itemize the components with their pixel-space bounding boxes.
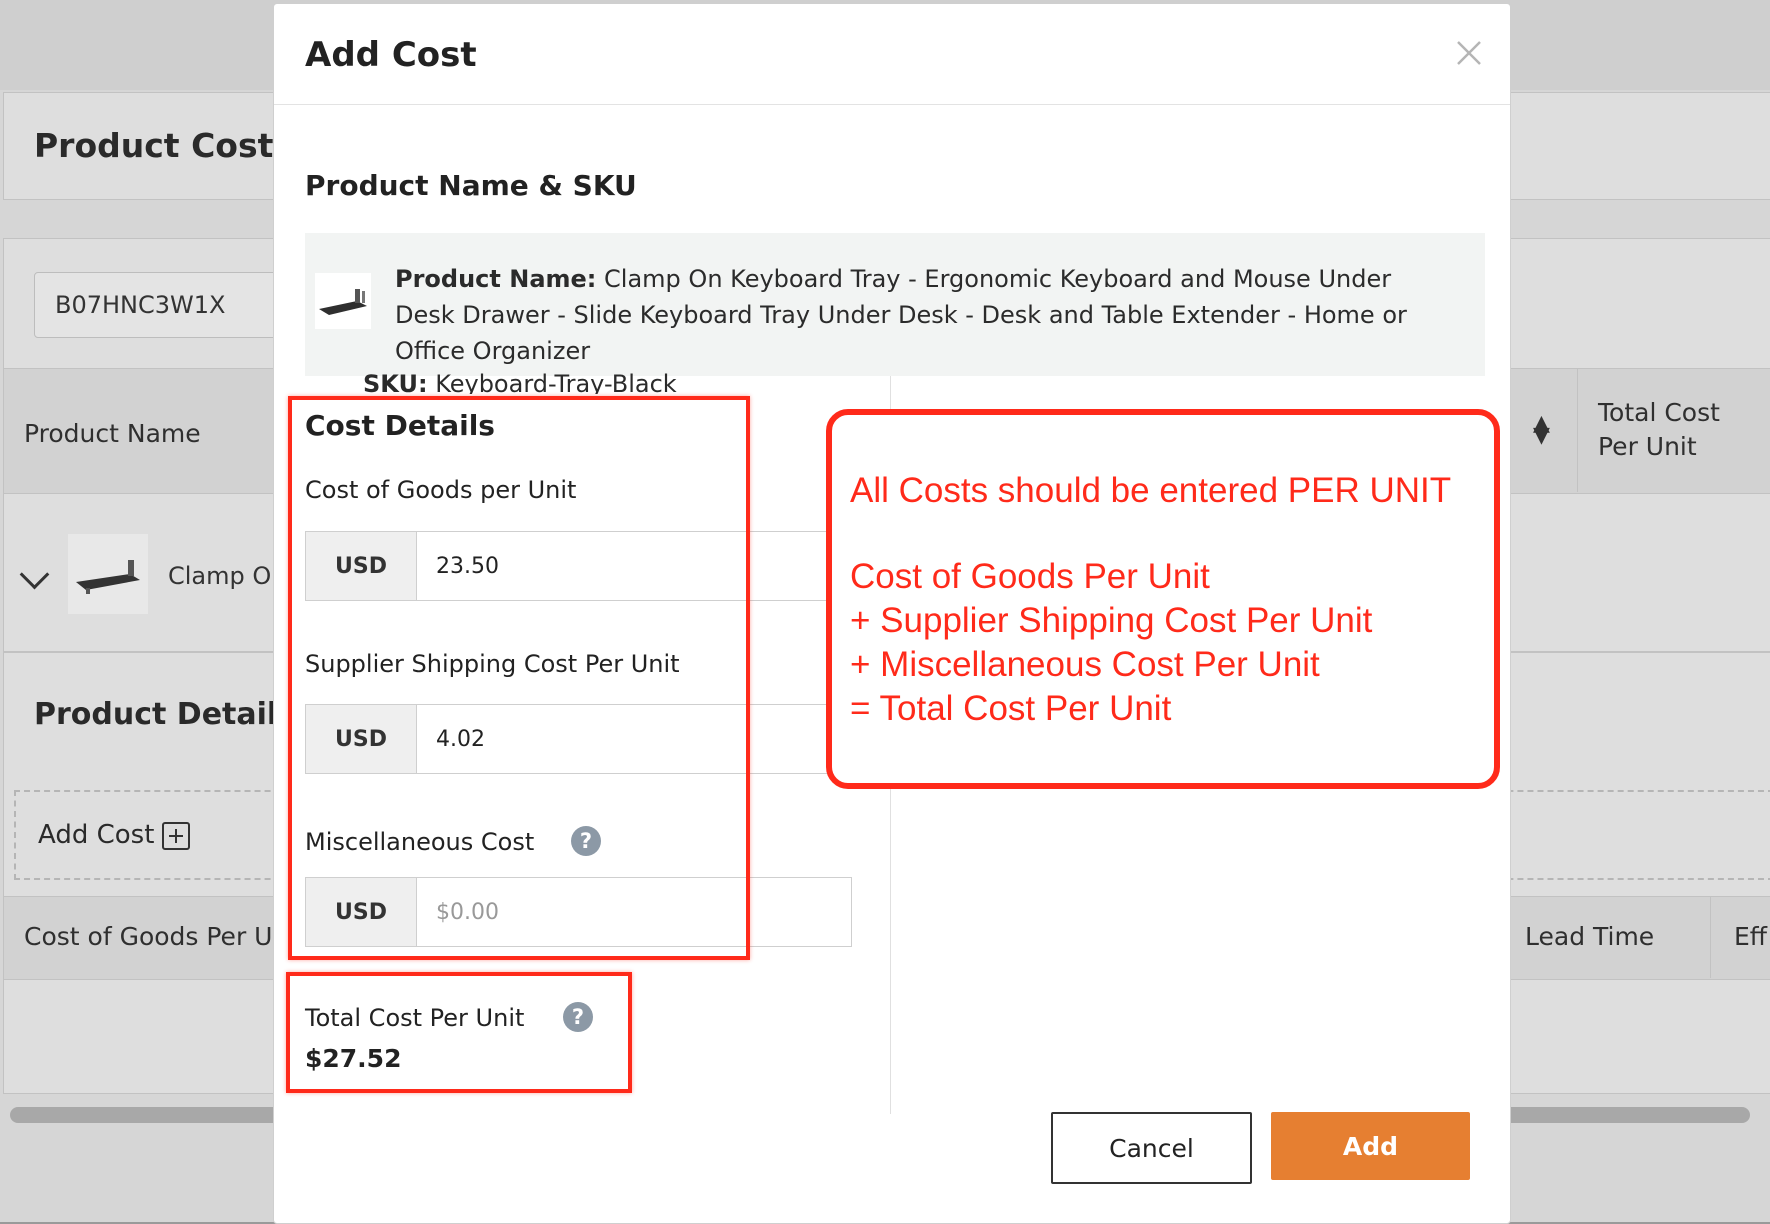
cancel-button[interactable]: Cancel [1051,1112,1252,1184]
col-header-lead-time[interactable]: Lead Time [1525,922,1654,951]
plus-box-icon [162,821,191,850]
product-search-value: B07HNC3W1X [55,291,226,319]
product-section-title: Product Name & SKU [305,169,637,202]
annotation-line: All Costs should be entered PER UNIT [850,471,1452,510]
sku-line: SKU: Keyboard-Tray-Black [363,370,677,394]
annotation-line: Cost of Goods Per Unit [850,557,1210,596]
col-header-total-cost-line1: Total Cost [1598,398,1720,427]
sku-label: SKU: [363,370,428,394]
add-cost-trigger[interactable]: Add Cost [38,820,191,850]
product-image [315,273,371,329]
add-button[interactable]: Add [1271,1112,1470,1180]
annotation-line: + Miscellaneous Cost Per Unit [850,645,1320,684]
column-divider [1577,368,1578,492]
modal-header: Add Cost [274,4,1510,105]
modal-title: Add Cost [305,35,477,75]
total-cost-highlight [286,972,632,1093]
sort-arrows-icon[interactable]: ▲ ▼ [1533,413,1550,447]
annotation-line: = Total Cost Per Unit [850,689,1172,728]
annotation-callout: All Costs should be entered PER UNIT Cos… [826,409,1500,789]
product-costs-heading: Product Costs [34,126,294,165]
cost-details-highlight [288,396,750,960]
col-header-cost-of-goods[interactable]: Cost of Goods Per U [24,922,272,951]
product-name-label: Product Name: [395,265,597,293]
product-thumbnail [68,534,148,614]
col-header-total-cost-line2: Per Unit [1598,432,1697,461]
close-icon[interactable] [1454,38,1484,68]
col-header-product-name[interactable]: Product Name [24,419,201,448]
product-info-box: Product Name: Clamp On Keyboard Tray - E… [305,233,1485,376]
product-name-text: Product Name: Clamp On Keyboard Tray - E… [395,261,1455,369]
column-divider [1710,896,1711,978]
col-header-effective[interactable]: Eff [1734,922,1767,951]
add-cost-label: Add Cost [38,820,155,850]
product-details-heading: Product Details [34,697,296,732]
row-product-name[interactable]: Clamp On [168,562,286,590]
sku-value: Keyboard-Tray-Black [435,370,677,394]
annotation-line: + Supplier Shipping Cost Per Unit [850,601,1373,640]
